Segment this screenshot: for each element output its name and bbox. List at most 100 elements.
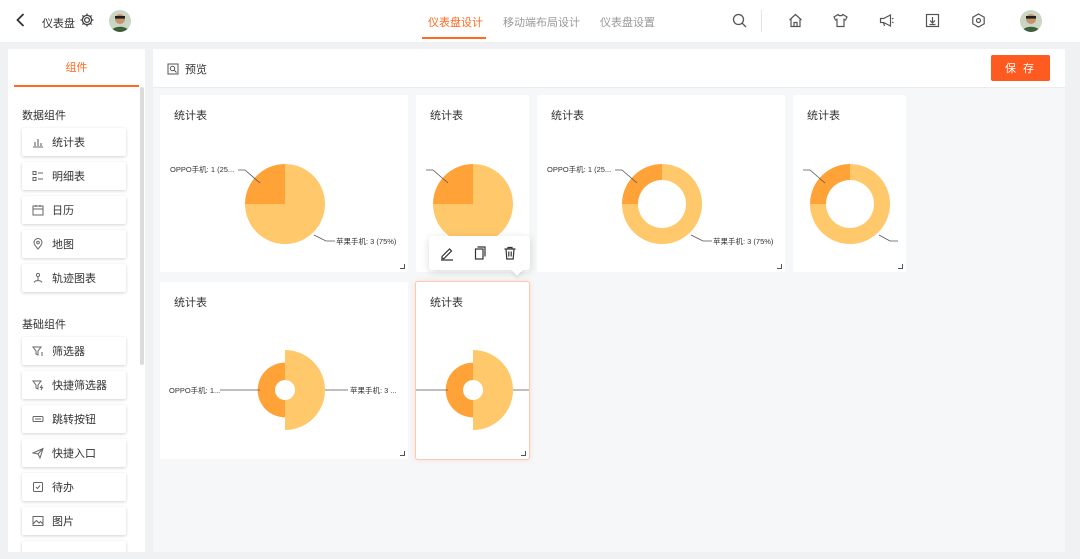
tab-components[interactable]: 组件 <box>14 49 139 87</box>
slice-OPPO手机 <box>245 164 285 204</box>
detail-list-icon <box>32 171 43 181</box>
edit-icon[interactable] <box>439 245 455 261</box>
image-icon <box>32 516 44 526</box>
label-leader-line <box>878 234 898 242</box>
megaphone-icon[interactable] <box>878 12 895 29</box>
component-todo[interactable]: 待办 <box>22 473 126 501</box>
basic-components-heading: 基础组件 <box>22 319 66 331</box>
chart-card[interactable]: 统计表 OPPO手机: 1 (25... 苹果手机: 3 (75%) <box>160 95 408 272</box>
design-area: 预览 保 存 统计表 OPPO手机: 1 (25... 苹果手机: 3 (75%… <box>153 49 1065 552</box>
component-map[interactable]: 地图 <box>22 230 126 258</box>
gear-icon[interactable] <box>79 12 95 28</box>
calendar-icon <box>32 205 44 216</box>
map-pin-icon <box>33 238 43 250</box>
component-quick-filter[interactable]: 快捷筛选器 <box>22 371 126 399</box>
rose-slice-苹果手机 <box>285 350 325 430</box>
quick-filter-icon <box>32 380 44 391</box>
bar-chart-icon <box>33 139 43 148</box>
component-label: 日历 <box>52 205 74 217</box>
component-label: 明细表 <box>52 171 85 183</box>
avatar[interactable] <box>109 10 131 32</box>
filter-icon <box>32 346 43 356</box>
component-label: 轨迹图表 <box>52 273 96 285</box>
rose-slices <box>257 350 325 430</box>
component-jump-button[interactable]: 跳转按钮 <box>22 405 126 433</box>
donut-slices <box>622 164 702 244</box>
toolbar-divider <box>761 10 762 32</box>
half-rose-chart <box>416 350 529 430</box>
slice-label-oppo: OPPO手机: 1 (25... <box>170 164 234 174</box>
slice-label-oppo: OPPO手机: 1 (25... <box>547 164 611 174</box>
component-calendar[interactable]: 日历 <box>22 196 126 224</box>
track-icon <box>33 272 43 283</box>
todo-icon <box>33 482 43 492</box>
home-icon[interactable] <box>787 12 804 29</box>
component-label: 筛选器 <box>52 346 85 358</box>
resize-handle[interactable] <box>777 264 782 269</box>
chart-card[interactable]: 统计表 OPPO手机: 1... 苹果手机: 3 ... <box>160 282 408 459</box>
rose-slice-苹果手机 <box>473 350 513 430</box>
jump-button-icon <box>32 416 44 422</box>
component-item-partial[interactable] <box>22 541 126 552</box>
component-label: 跳转按钮 <box>52 414 96 426</box>
component-detail-table[interactable]: 明细表 <box>22 162 126 190</box>
pie-slices <box>433 164 513 244</box>
active-tab-indicator <box>422 37 486 39</box>
slice-label-apple: 苹果手机: 3 (75%) <box>713 236 774 246</box>
component-label: 地图 <box>52 239 74 251</box>
label-leader-line <box>690 234 712 242</box>
component-quick-entry[interactable]: 快捷入口 <box>22 439 126 467</box>
component-label: 统计表 <box>52 137 85 149</box>
rose-slices <box>445 350 513 430</box>
tab-mobile-layout[interactable]: 移动端布局设计 <box>503 14 580 30</box>
hexagon-settings-icon[interactable] <box>970 12 987 29</box>
resize-handle[interactable] <box>521 451 526 456</box>
preview-button[interactable]: 预览 <box>167 61 207 77</box>
card-action-toolbar <box>429 236 530 276</box>
chart-card-selected[interactable]: 统计表 <box>416 282 529 459</box>
top-bar: 仪表盘 仪表盘设计 移动端布局设计 仪表盘设置 <box>0 0 1080 42</box>
download-icon[interactable] <box>924 12 941 29</box>
slice-OPPO手机 <box>433 164 473 204</box>
data-components-heading: 数据组件 <box>22 110 66 122</box>
preview-icon <box>167 63 179 75</box>
dashboard-canvas[interactable]: 统计表 OPPO手机: 1 (25... 苹果手机: 3 (75%) 统计表 统… <box>153 88 1065 552</box>
label-leader-line <box>313 234 335 242</box>
pie-slices <box>245 164 325 244</box>
component-image[interactable]: 图片 <box>22 507 126 535</box>
rose-slice-OPPO手机 <box>445 362 473 418</box>
component-panel: 组件 数据组件 统计表 明细表 日历 地图 轨迹图表 基础组件 筛选器 快捷筛选… <box>8 49 145 552</box>
slice-label-oppo: OPPO手机: 1... <box>169 385 220 395</box>
user-avatar[interactable] <box>1020 10 1042 32</box>
scrollbar[interactable] <box>140 87 144 365</box>
search-icon[interactable] <box>731 12 748 29</box>
slice-OPPO手机 <box>622 164 662 204</box>
component-statistics-table[interactable]: 统计表 <box>22 128 126 156</box>
resize-handle[interactable] <box>898 264 903 269</box>
component-track-chart[interactable]: 轨迹图表 <box>22 264 126 292</box>
component-filter[interactable]: 筛选器 <box>22 337 126 365</box>
donut-chart <box>803 164 898 244</box>
delete-icon[interactable] <box>502 245 518 261</box>
donut-chart: OPPO手机: 1 (25... 苹果手机: 3 (75%) <box>547 164 774 246</box>
resize-handle[interactable] <box>400 451 405 456</box>
preview-label: 预览 <box>185 64 207 76</box>
donut-slices <box>810 164 890 244</box>
component-label: 快捷入口 <box>52 448 96 460</box>
shirt-icon[interactable] <box>832 12 849 29</box>
component-label: 待办 <box>52 482 74 494</box>
half-rose-chart: OPPO手机: 1... 苹果手机: 3 ... <box>169 350 397 430</box>
component-label: 图片 <box>52 516 74 528</box>
chart-card[interactable]: 统计表 <box>793 95 906 272</box>
back-arrow-icon[interactable] <box>12 11 30 29</box>
rose-slice-OPPO手机 <box>257 362 285 418</box>
save-button[interactable]: 保 存 <box>991 55 1050 81</box>
slice-OPPO手机 <box>810 164 850 204</box>
chart-card[interactable]: 统计表 OPPO手机: 1 (25... 苹果手机: 3 (75%) <box>537 95 785 272</box>
copy-icon[interactable] <box>471 245 487 261</box>
tab-dashboard-design[interactable]: 仪表盘设计 <box>428 14 483 30</box>
send-icon <box>32 447 44 459</box>
tab-dashboard-settings[interactable]: 仪表盘设置 <box>600 14 655 30</box>
resize-handle[interactable] <box>400 264 405 269</box>
component-label: 快捷筛选器 <box>52 380 107 392</box>
